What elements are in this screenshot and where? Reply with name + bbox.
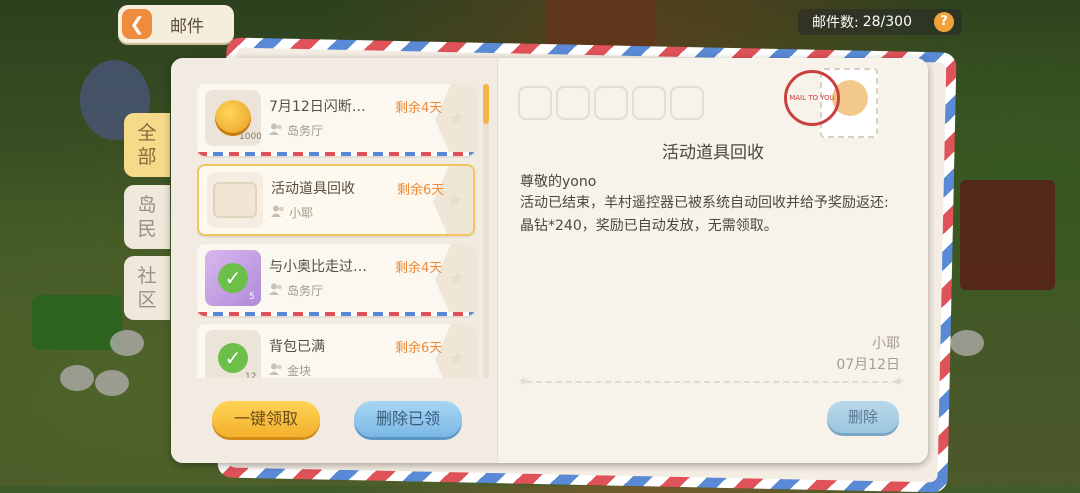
mail-list[interactable]: ★ 10000 7月12日闪断… 剩余4天 岛务厅 ★ 活动道具回收 剩余6天	[197, 84, 477, 378]
divider-star-icon: ★	[893, 374, 904, 388]
mail-item[interactable]: ★ ✓ 5 与小奥比走过… 剩余4天 岛务厅	[197, 244, 475, 316]
mail-greeting: 尊敬的yono	[520, 174, 597, 190]
person-icon	[269, 283, 282, 295]
checked-gift-icon: ✓ 5	[205, 250, 261, 306]
tab-community-label: 社区	[137, 265, 157, 311]
stamp-slot	[670, 86, 704, 120]
mail-count-badge: 邮件数: 28/300 ?	[798, 9, 962, 35]
mail-remaining: 剩余4天	[395, 261, 443, 276]
checked-item-icon: ✓ 12	[205, 330, 261, 378]
mail-signature: 小耶	[872, 336, 900, 352]
help-icon[interactable]: ?	[934, 12, 954, 32]
mail-body: 活动已结束，羊村遥控器已被系统自动回收并给予奖励返还:晶钻*240，奖励已自动发…	[520, 195, 889, 234]
stamp-slot	[518, 86, 552, 120]
star-icon: ★	[446, 190, 463, 211]
stamp-slot	[556, 86, 590, 120]
box-icon	[207, 172, 263, 228]
claim-all-button[interactable]: 一键领取	[212, 401, 320, 437]
mail-title: 与小奥比走过…	[269, 259, 367, 275]
mail-remaining: 剩余6天	[395, 341, 443, 356]
item-quantity: 12	[245, 372, 257, 378]
tab-islanders[interactable]: 岛民	[124, 185, 170, 249]
delete-read-button[interactable]: 删除已领	[354, 401, 462, 437]
person-icon	[269, 363, 282, 375]
postmark-icon: MAIL TO YOU	[784, 70, 840, 126]
divider-star-icon: ★	[518, 374, 529, 388]
stamp-slot	[632, 86, 666, 120]
mail-sender: 岛务厅	[287, 284, 324, 298]
stamp-slot	[594, 86, 628, 120]
mail-list-scrollbar[interactable]	[483, 84, 489, 378]
back-arrow-icon: ❮	[122, 9, 152, 39]
mail-detail-title: 活动道具回收	[662, 143, 764, 163]
back-button[interactable]: ❮ 邮件	[118, 5, 234, 43]
mail-detail-pane: MAIL TO YOU 活动道具回收 尊敬的yono 活动已结束，羊村遥控器已被…	[498, 58, 928, 463]
tab-all-label: 全部	[137, 122, 157, 168]
mail-date: 07月12日	[836, 357, 900, 373]
divider	[526, 381, 898, 383]
tab-all[interactable]: 全部	[124, 113, 170, 177]
mail-count-value: 28/300	[862, 14, 912, 30]
mail-title: 活动道具回收	[271, 181, 355, 197]
mail-remaining: 剩余6天	[397, 183, 445, 198]
mail-sender: 金块	[287, 364, 312, 378]
star-icon: ★	[448, 268, 465, 289]
page-title: 邮件	[170, 16, 204, 37]
mail-sender: 岛务厅	[287, 124, 324, 138]
scroll-thumb[interactable]	[483, 84, 489, 124]
person-icon	[269, 123, 282, 135]
mail-title: 7月12日闪断…	[269, 99, 366, 115]
mail-sender: 小耶	[289, 206, 314, 220]
mail-item[interactable]: ★ ✓ 12 背包已满 剩余6天 金块	[197, 324, 475, 378]
coin-icon: 10000	[205, 90, 261, 146]
delete-button[interactable]: 删除	[827, 401, 899, 433]
mail-title: 背包已满	[269, 339, 325, 355]
mail-item-selected[interactable]: ★ 活动道具回收 剩余6天 小耶	[197, 164, 475, 236]
mail-remaining: 剩余4天	[395, 101, 443, 116]
item-quantity: 10000	[239, 132, 261, 142]
tab-islanders-label: 岛民	[137, 194, 157, 240]
mail-count-label: 邮件数:	[812, 15, 859, 31]
star-icon: ★	[448, 348, 465, 369]
tab-community[interactable]: 社区	[124, 256, 170, 320]
star-icon: ★	[448, 108, 465, 129]
person-icon	[271, 205, 284, 217]
item-quantity: 5	[249, 292, 255, 302]
mail-item[interactable]: ★ 10000 7月12日闪断… 剩余4天 岛务厅	[197, 84, 475, 156]
